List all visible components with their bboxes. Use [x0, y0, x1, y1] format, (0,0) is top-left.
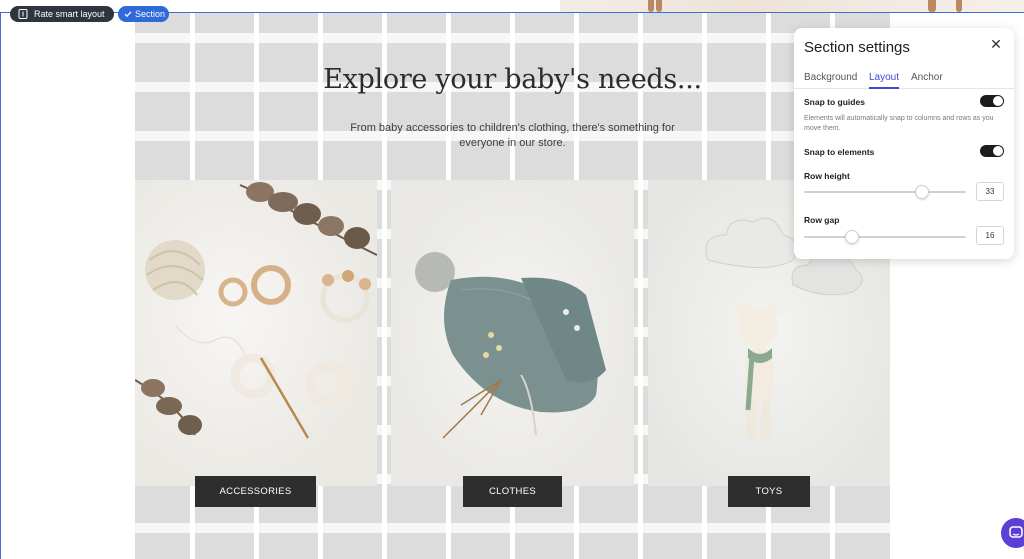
row-height-slider[interactable]	[804, 185, 966, 199]
tab-layout[interactable]: Layout	[869, 70, 900, 89]
snap-to-elements-label: Snap to elements	[804, 147, 875, 157]
panel-title: Section settings	[804, 39, 910, 56]
hero-image-edge	[560, 0, 1024, 12]
page-title[interactable]: Explore your baby's needs...	[135, 64, 890, 95]
panel-tabs: Background Layout Anchor	[794, 70, 1014, 89]
section-badge-label: Section	[135, 9, 166, 19]
snap-to-guides-toggle[interactable]	[980, 95, 1004, 107]
close-icon[interactable]: ✕	[989, 37, 1003, 51]
row-gap-slider-thumb[interactable]	[845, 230, 860, 244]
row-gap-label: Row gap	[804, 215, 840, 225]
row-gap-slider[interactable]	[804, 230, 966, 244]
section-subtitle[interactable]: From baby accessories to children's clot…	[330, 121, 695, 151]
snap-help-text: Elements will automatically snap to colu…	[804, 115, 994, 132]
accessories-image[interactable]	[135, 180, 377, 486]
section-settings-panel: Section settings ✕ Background Layout Anc…	[794, 28, 1014, 259]
checkmark-icon	[124, 10, 132, 18]
clothes-image[interactable]	[391, 180, 634, 486]
chat-icon	[1009, 526, 1023, 538]
section-badge[interactable]: Section	[118, 6, 169, 22]
smart-layout-icon	[18, 9, 28, 19]
crochet-accessories-photo	[135, 182, 377, 439]
rate-smart-layout-label: Rate smart layout	[34, 9, 105, 19]
tab-anchor[interactable]: Anchor	[911, 70, 943, 89]
snap-to-guides-label: Snap to guides	[804, 97, 865, 107]
rate-smart-layout-button[interactable]: Rate smart layout	[10, 6, 114, 22]
row-gap-input[interactable]: 16	[976, 226, 1004, 245]
toys-button[interactable]: TOYS	[728, 476, 810, 507]
knit-baby-bonnet-photo	[415, 252, 606, 439]
clothes-button[interactable]: CLOTHES	[463, 476, 562, 507]
accessories-button[interactable]: ACCESSORIES	[195, 476, 316, 507]
row-height-input[interactable]: 33	[976, 182, 1004, 201]
row-height-slider-thumb[interactable]	[915, 185, 929, 199]
tab-background[interactable]: Background	[804, 70, 857, 89]
row-height-label: Row height	[804, 171, 850, 181]
chat-button[interactable]	[1001, 518, 1024, 548]
snap-to-elements-toggle[interactable]	[980, 145, 1004, 157]
